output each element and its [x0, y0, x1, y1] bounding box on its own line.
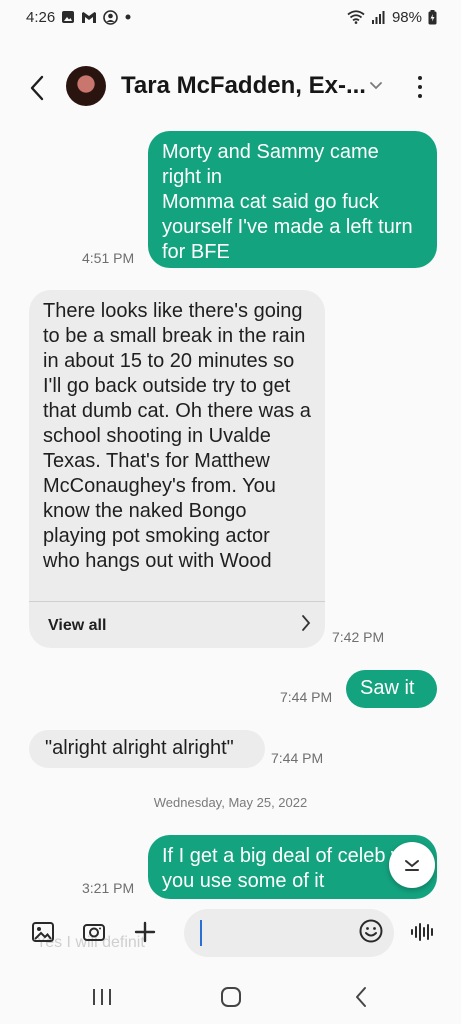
back-arrow-icon[interactable]: [22, 74, 52, 102]
text-cursor: [200, 920, 202, 946]
conversation-header: Tara McFadden, Ex-...: [0, 58, 461, 116]
voice-icon[interactable]: [410, 919, 436, 945]
message-bubble-received[interactable]: "alright alright alright": [29, 730, 265, 768]
status-time: 4:26: [26, 8, 56, 26]
more-vert-icon[interactable]: [410, 74, 430, 100]
home-icon[interactable]: [218, 984, 244, 1010]
message-timestamp: 4:51 PM: [82, 250, 135, 266]
composer-bar: [0, 905, 461, 961]
message-timestamp: 7:42 PM: [332, 629, 385, 645]
back-icon[interactable]: [348, 984, 374, 1010]
battery-icon: [428, 9, 437, 25]
camera-icon[interactable]: [81, 919, 107, 945]
gallery-icon[interactable]: [30, 919, 56, 945]
date-separator: Wednesday, May 25, 2022: [153, 795, 308, 810]
contact-name[interactable]: Tara McFadden, Ex-...: [121, 72, 366, 100]
chevron-right-icon: [301, 614, 311, 637]
gallery-icon: [61, 10, 75, 24]
chevron-down-icon[interactable]: [369, 78, 383, 96]
message-timestamp: 3:21 PM: [82, 880, 135, 896]
dot-icon: [124, 13, 132, 21]
signal-icon: [371, 10, 386, 24]
message-text: There looks like there's going to be a s…: [43, 300, 311, 572]
navigation-bar: [0, 970, 461, 1024]
gmail-icon: [81, 11, 97, 24]
face-icon: [103, 9, 119, 25]
contact-avatar[interactable]: [66, 66, 106, 106]
plus-icon[interactable]: [132, 919, 158, 945]
wifi-icon: [347, 10, 365, 24]
recents-icon[interactable]: [89, 984, 115, 1010]
scroll-to-bottom-button[interactable]: [389, 842, 435, 888]
message-bubble-sent[interactable]: Saw it: [346, 670, 437, 708]
message-bubble-sent[interactable]: Morty and Sammy came right in Momma cat …: [148, 131, 437, 268]
message-bubble-received[interactable]: There looks like there's going to be a s…: [29, 290, 325, 648]
battery-percent: 98%: [391, 8, 422, 26]
emoji-icon[interactable]: [358, 918, 384, 949]
view-all-button[interactable]: View all: [29, 601, 325, 649]
view-all-label: View all: [48, 616, 107, 634]
message-timestamp: 7:44 PM: [271, 750, 324, 766]
message-timestamp: 7:44 PM: [280, 689, 333, 705]
status-bar: 4:26 98%: [0, 0, 461, 34]
